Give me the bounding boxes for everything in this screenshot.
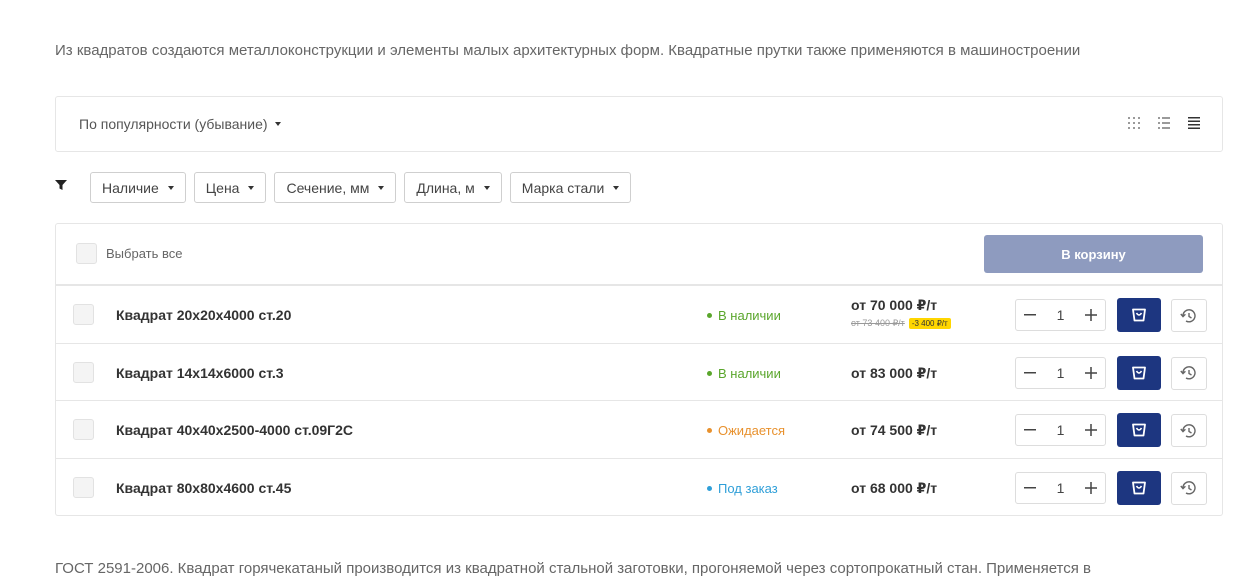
add-to-cart-button[interactable] bbox=[1117, 298, 1161, 332]
cart-bag-icon bbox=[1132, 423, 1146, 437]
quantity-value[interactable]: 1 bbox=[1046, 307, 1076, 323]
filter-length[interactable]: Длина, м bbox=[404, 172, 502, 203]
discount-badge: -3 400 ₽/т bbox=[908, 318, 951, 329]
add-to-cart-button[interactable] bbox=[1117, 470, 1161, 505]
status-dot-icon bbox=[707, 428, 712, 433]
filter-bar: Наличие Цена Сечение, мм Длина, м Марка … bbox=[90, 172, 632, 203]
add-to-cart-button[interactable] bbox=[1117, 355, 1161, 390]
products-table: Квадрат 20x20x4000 ст.20 В наличии от 70… bbox=[55, 285, 1223, 516]
history-icon bbox=[1180, 481, 1196, 495]
select-all-label: Выбрать все bbox=[106, 246, 183, 261]
status-text: Под заказ bbox=[718, 480, 778, 496]
old-price: от 73 400 ₽/т bbox=[851, 318, 905, 328]
category-description: Из квадратов создаются металлоконструкци… bbox=[55, 42, 1081, 59]
price: от 83 000 ₽/т bbox=[851, 364, 938, 381]
filter-label: Сечение, мм bbox=[286, 179, 370, 196]
price: от 70 000 ₽/т bbox=[851, 297, 938, 313]
quantity-value[interactable]: 1 bbox=[1046, 480, 1076, 496]
select-all: Выбрать все bbox=[76, 243, 182, 264]
decrease-button[interactable] bbox=[1016, 300, 1044, 330]
table-row: Квадрат 14x14x6000 ст.3 В наличии от 83 … bbox=[56, 342, 1222, 401]
filter-steel-grade[interactable]: Марка стали bbox=[509, 172, 632, 203]
increase-button[interactable] bbox=[1077, 473, 1105, 503]
row-checkbox[interactable] bbox=[73, 419, 94, 440]
quantity-stepper: 1 bbox=[1015, 414, 1106, 446]
increase-button[interactable] bbox=[1077, 300, 1105, 330]
filter-section[interactable]: Сечение, мм bbox=[274, 172, 397, 203]
sort-dropdown[interactable]: По популярности (убывание) bbox=[79, 116, 281, 132]
filter-price[interactable]: Цена bbox=[193, 172, 267, 203]
price: от 68 000 ₽/т bbox=[851, 479, 938, 496]
status-dot-icon bbox=[707, 485, 712, 491]
status-badge: В наличии bbox=[707, 308, 781, 323]
history-icon bbox=[1180, 308, 1196, 322]
row-checkbox[interactable] bbox=[73, 304, 94, 325]
quantity-stepper: 1 bbox=[1015, 299, 1106, 331]
status-text: В наличии bbox=[718, 308, 781, 323]
caret-down-icon bbox=[274, 122, 281, 126]
status-dot-icon bbox=[707, 370, 712, 376]
row-checkbox[interactable] bbox=[73, 361, 94, 383]
status-dot-icon bbox=[707, 313, 712, 318]
select-all-checkbox[interactable] bbox=[76, 243, 97, 264]
status-badge: Под заказ bbox=[707, 481, 778, 496]
status-text: В наличии bbox=[718, 365, 781, 381]
history-icon bbox=[1180, 366, 1196, 380]
product-name-link[interactable]: Квадрат 80x80x4600 ст.45 bbox=[116, 480, 291, 496]
product-name-link[interactable]: Квадрат 14x14x6000 ст.3 bbox=[116, 365, 284, 381]
filter-label: Длина, м bbox=[416, 179, 475, 196]
filter-availability[interactable]: Наличие bbox=[90, 172, 186, 203]
cart-bag-icon bbox=[1132, 308, 1146, 322]
increase-button[interactable] bbox=[1077, 358, 1105, 388]
product-name-link[interactable]: Квадрат 20x20x4000 ст.20 bbox=[116, 307, 291, 323]
caret-down-icon bbox=[248, 185, 255, 190]
table-row: Квадрат 20x20x4000 ст.20 В наличии от 70… bbox=[56, 285, 1222, 343]
price-history-button[interactable] bbox=[1171, 414, 1207, 447]
status-badge: В наличии bbox=[707, 366, 781, 381]
filter-label: Цена bbox=[205, 179, 240, 196]
decrease-button[interactable] bbox=[1016, 358, 1044, 388]
caret-down-icon bbox=[378, 185, 385, 190]
cart-bag-icon bbox=[1132, 481, 1146, 494]
increase-button[interactable] bbox=[1077, 415, 1105, 445]
price-history-button[interactable] bbox=[1171, 471, 1207, 505]
caret-down-icon bbox=[483, 185, 490, 190]
table-view-icon[interactable] bbox=[1188, 116, 1200, 130]
price-history-button[interactable] bbox=[1171, 356, 1207, 390]
cart-bag-icon bbox=[1132, 366, 1146, 379]
decrease-button[interactable] bbox=[1016, 473, 1044, 503]
caret-down-icon bbox=[167, 185, 174, 190]
status-badge: Ожидается bbox=[707, 423, 785, 438]
products-header: Выбрать все В корзину bbox=[55, 223, 1223, 285]
old-price-block: от 73 400 ₽/т -3 400 ₽/т bbox=[851, 318, 951, 329]
history-icon bbox=[1180, 423, 1196, 437]
status-text: Ожидается bbox=[718, 423, 786, 438]
decrease-button[interactable] bbox=[1016, 415, 1044, 445]
add-to-cart-button[interactable] bbox=[1117, 413, 1161, 447]
table-row: Квадрат 40x40x2500-4000 ст.09Г2С Ожидает… bbox=[56, 400, 1222, 458]
quantity-stepper: 1 bbox=[1015, 356, 1106, 389]
filter-funnel-icon[interactable] bbox=[55, 178, 67, 190]
gost-description: ГОСТ 2591-2006. Квадрат горячекатаный пр… bbox=[55, 560, 1092, 577]
filter-label: Наличие bbox=[102, 179, 159, 196]
quantity-value[interactable]: 1 bbox=[1046, 365, 1076, 381]
view-switcher bbox=[1128, 116, 1200, 130]
grid-view-icon[interactable] bbox=[1128, 116, 1140, 130]
table-row: Квадрат 80x80x4600 ст.45 Под заказ от 68… bbox=[56, 457, 1222, 516]
quantity-value[interactable]: 1 bbox=[1046, 422, 1076, 438]
filter-label: Марка стали bbox=[521, 179, 605, 196]
product-name-link[interactable]: Квадрат 40x40x2500-4000 ст.09Г2С bbox=[116, 422, 353, 438]
price: от 74 500 ₽/т bbox=[851, 422, 938, 438]
caret-down-icon bbox=[613, 185, 620, 190]
sort-label: По популярности (убывание) bbox=[79, 116, 268, 132]
sort-toolbar: По популярности (убывание) bbox=[55, 96, 1223, 152]
add-selected-to-cart-button[interactable]: В корзину bbox=[984, 235, 1203, 273]
row-checkbox[interactable] bbox=[73, 476, 94, 498]
price-history-button[interactable] bbox=[1171, 299, 1207, 332]
quantity-stepper: 1 bbox=[1015, 471, 1106, 504]
list-view-icon[interactable] bbox=[1158, 116, 1170, 130]
